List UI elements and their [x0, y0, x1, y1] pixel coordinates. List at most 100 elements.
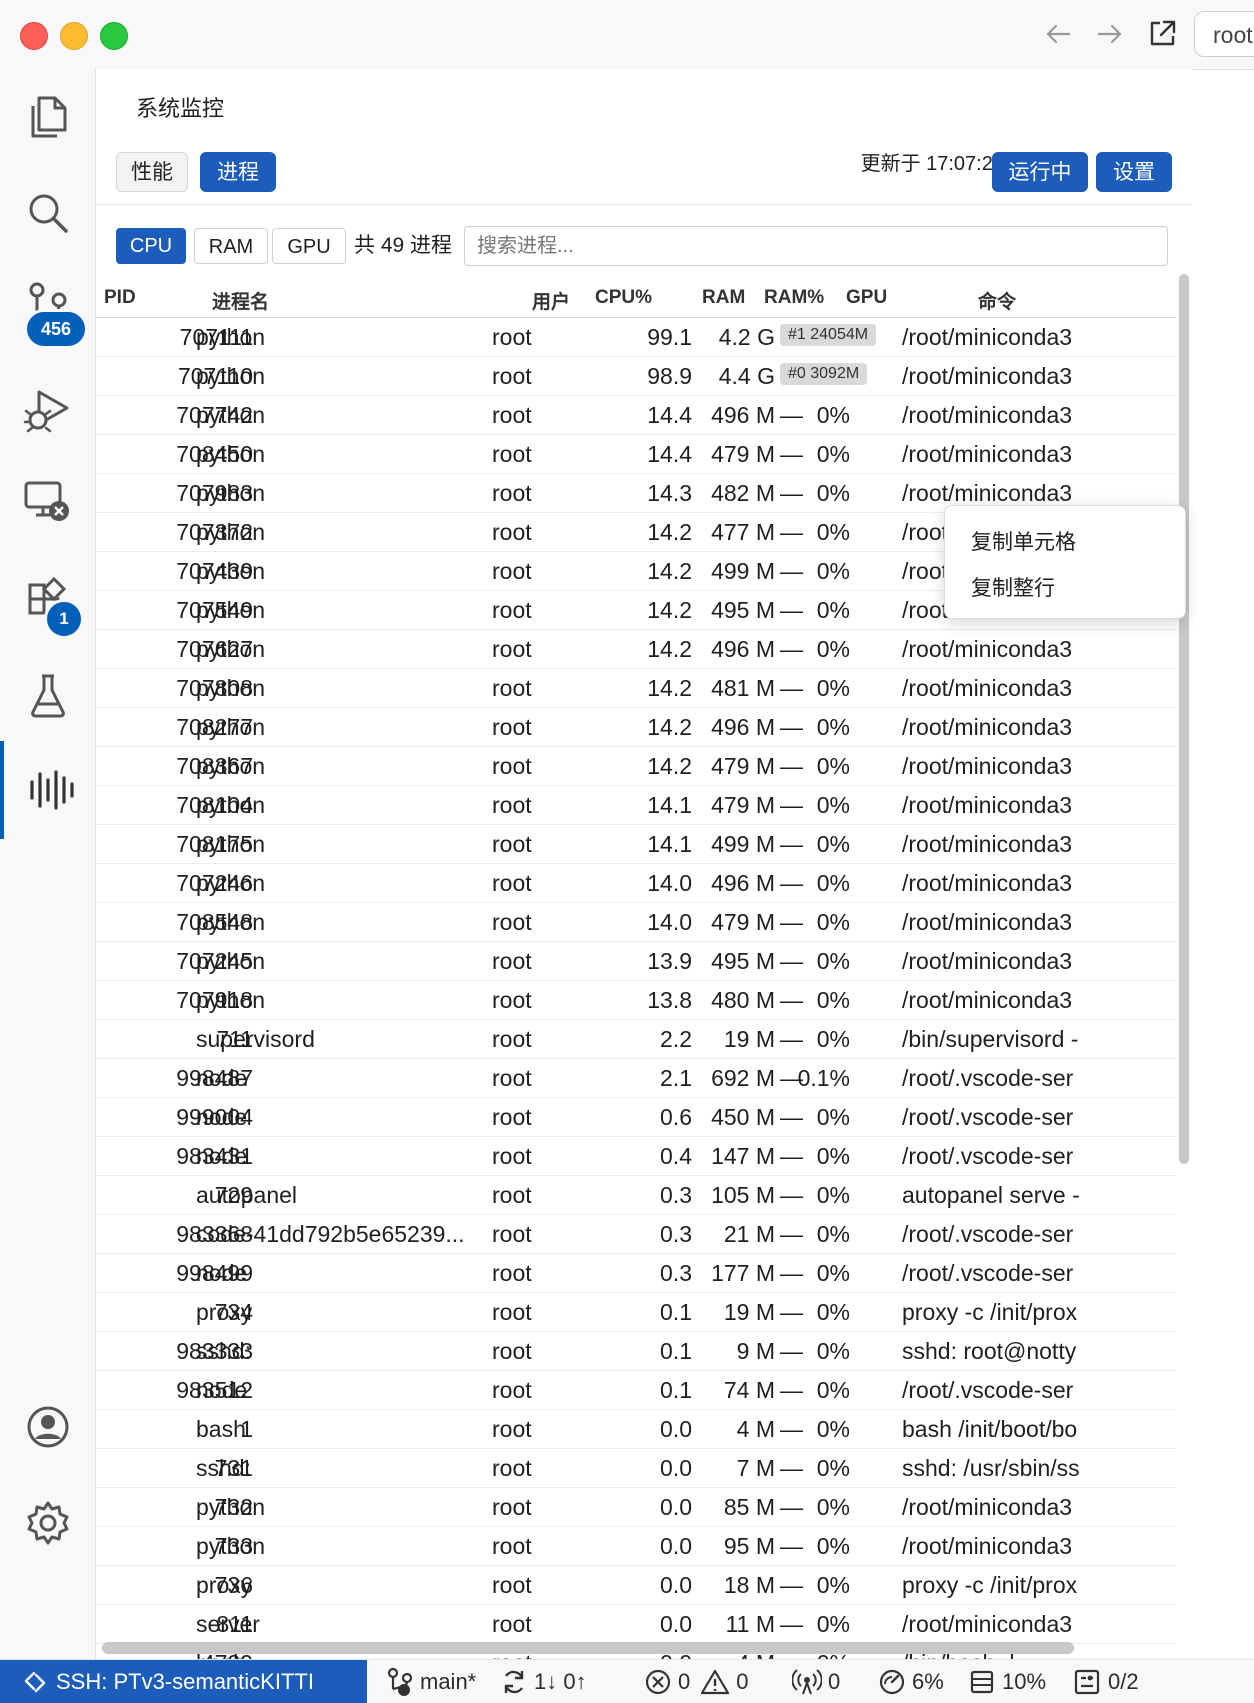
system-monitor-icon[interactable]: [0, 741, 95, 839]
table-row[interactable]: 732 python root 0.0 85 M 0% —/root/miniconda3: [96, 1488, 1176, 1527]
minimize-window-button[interactable]: [60, 22, 88, 50]
table-row[interactable]: 708450 python root 14.4 479 M 0% —/root/minico…: [96, 435, 1176, 474]
cell-ram-percent: 0%: [816, 1299, 850, 1325]
cell-cpu: 14.4: [647, 402, 692, 428]
memory-indicator[interactable]: 10%: [968, 1660, 1046, 1703]
cell-ram: 496 M: [711, 636, 775, 662]
table-row[interactable]: 707246 python root 14.0 496 M 0% —/root/minico…: [96, 864, 1176, 903]
copy-row-menu-item[interactable]: 复制整行: [971, 572, 1055, 602]
table-row[interactable]: 983431 node root 0.4 147 M 0% —/root/.vscode-s…: [96, 1137, 1176, 1176]
header-user[interactable]: 用户: [532, 287, 570, 314]
testing-flask-icon[interactable]: [0, 655, 95, 735]
table-row[interactable]: 983368 code-41dd792b5e65239... root 0.3 21 M…: [96, 1215, 1176, 1254]
error-count: 0: [678, 1668, 691, 1694]
open-external-icon[interactable]: [1142, 14, 1182, 54]
horizontal-scrollbar[interactable]: [102, 1642, 1074, 1654]
ports-count: 0: [828, 1668, 841, 1694]
table-row[interactable]: 734 proxy root 0.1 19 M 0% — proxy -c /init/pro…: [96, 1293, 1176, 1332]
cell-command: /root/miniconda3: [902, 1611, 1073, 1637]
remote-indicator[interactable]: SSH: PTv3-semanticKITTI: [0, 1660, 367, 1703]
context-menu: 复制单元格 复制整行: [944, 505, 1186, 619]
header-cpu[interactable]: CPU%: [595, 287, 652, 309]
table-row[interactable]: 983333 sshd: root 0.1 9 M 0% — sshd: root@notty: [96, 1332, 1176, 1371]
cell-user: root: [492, 948, 532, 974]
maximize-window-button[interactable]: [100, 22, 128, 50]
forward-arrow-icon[interactable]: [1090, 14, 1130, 54]
cell-gpu: —: [780, 519, 803, 545]
cell-cpu: 13.8: [647, 987, 692, 1013]
search-icon[interactable]: [0, 173, 95, 253]
divider: [96, 204, 1192, 205]
table-row[interactable]: 708367 python root 14.2 479 M 0% —/root/minico…: [96, 747, 1176, 786]
header-command[interactable]: 命令: [978, 287, 1016, 314]
cell-cpu: 0.1: [660, 1299, 692, 1325]
git-sync[interactable]: 1↓ 0↑: [500, 1660, 587, 1703]
cell-gpu: —: [780, 636, 803, 662]
table-row[interactable]: 729 autopanel root 0.3 105 M 0% — autopanel ser…: [96, 1176, 1176, 1215]
cell-gpu: —: [780, 441, 803, 467]
table-row[interactable]: 707627 python root 14.2 496 M 0% —/root/minico…: [96, 630, 1176, 669]
close-window-button[interactable]: [20, 22, 48, 50]
cell-command: /bin/supervisord -: [902, 1026, 1079, 1052]
sort-ram-button[interactable]: RAM: [194, 228, 268, 264]
process-search-input[interactable]: 搜索进程...: [464, 226, 1168, 266]
accounts-icon[interactable]: [0, 1387, 95, 1467]
table-row[interactable]: 811 server root 0.0 11 M 0% —/root/miniconda3: [96, 1605, 1176, 1644]
memory-icon: [970, 1670, 994, 1693]
problems-indicator[interactable]: 0 0: [644, 1660, 749, 1703]
table-row[interactable]: 998487 node root 2.1 692 M 0.1% —/root/.vscode…: [96, 1059, 1176, 1098]
vertical-scrollbar[interactable]: [1179, 274, 1189, 1164]
cell-ram-percent: 0.1%: [797, 1065, 850, 1091]
cell-ram-percent: 0%: [816, 1260, 850, 1286]
process-count: 共 49 进程: [354, 234, 453, 257]
explorer-icon[interactable]: [0, 77, 95, 157]
ports-indicator[interactable]: 0: [792, 1660, 840, 1703]
tab-processes[interactable]: 进程: [200, 152, 276, 192]
cell-name: server: [196, 1611, 260, 1637]
table-row[interactable]: 998499 node root 0.3 177 M 0% —/root/.vscode-s…: [96, 1254, 1176, 1293]
table-row[interactable]: 999004 node root 0.6 450 M 0% —/root/.vscode-s…: [96, 1098, 1176, 1137]
table-row[interactable]: 733 python root 0.0 95 M 0% —/root/miniconda3: [96, 1527, 1176, 1566]
header-ram-percent[interactable]: RAM%: [764, 287, 824, 309]
table-row[interactable]: 708104 python root 14.1 479 M 0% —/root/minico…: [96, 786, 1176, 825]
sort-cpu-button[interactable]: CPU: [116, 228, 186, 264]
table-row[interactable]: 707742 python root 14.4 496 M 0% —/root/minico…: [96, 396, 1176, 435]
tab-performance[interactable]: 性能: [116, 152, 188, 192]
cell-name: python: [196, 753, 266, 779]
table-row[interactable]: 707918 python root 13.8 480 M 0% —/root/minico…: [96, 981, 1176, 1020]
table-row[interactable]: 736 proxy root 0.0 18 M 0% — proxy -c /init/pro…: [96, 1566, 1176, 1605]
broadcast-icon: [792, 1668, 822, 1694]
table-row[interactable]: 708548 python root 14.0 479 M 0% —/root/minico…: [96, 903, 1176, 942]
cell-user: root: [492, 402, 532, 428]
header-ram[interactable]: RAM: [702, 287, 745, 309]
table-row[interactable]: 707245 python root 13.9 495 M 0% —/root/minico…: [96, 942, 1176, 981]
git-branch[interactable]: main*: [386, 1660, 476, 1703]
copy-cell-menu-item[interactable]: 复制单元格: [971, 526, 1076, 556]
header-gpu[interactable]: GPU: [846, 287, 887, 309]
table-row[interactable]: 708175 python root 14.1 499 M 0% —/root/minico…: [96, 825, 1176, 864]
run-debug-icon[interactable]: [0, 369, 95, 449]
settings-button[interactable]: 设置: [1096, 152, 1172, 192]
table-row[interactable]: 707111pythonroot99.14.2 G0.4%#1 24054M/r…: [96, 318, 1176, 357]
cpu-indicator[interactable]: 6%: [878, 1660, 944, 1703]
command-center-search[interactable]: root: [1194, 11, 1254, 57]
table-row[interactable]: 1 bash root 0.0 4 M 0% — bash /init/boot/bo: [96, 1410, 1176, 1449]
cell-ram-percent: 0%: [816, 1494, 850, 1520]
scm-badge: 456: [24, 309, 88, 349]
header-pid[interactable]: PID: [104, 287, 136, 309]
table-row[interactable]: 707808 python root 14.2 481 M 0% —/root/minico…: [96, 669, 1176, 708]
table-row[interactable]: 708277 python root 14.2 496 M 0% —/root/minico…: [96, 708, 1176, 747]
back-arrow-icon[interactable]: [1038, 14, 1078, 54]
running-button[interactable]: 运行中: [992, 152, 1088, 192]
table-row[interactable]: 983512 node root 0.1 74 M 0% —/root/.vscode-se…: [96, 1371, 1176, 1410]
settings-gear-icon[interactable]: [0, 1483, 95, 1563]
table-row[interactable]: 731 sshd: root 0.0 7 M 0% — sshd: /usr/sbin/ss: [96, 1449, 1176, 1488]
cell-user: root: [492, 1299, 532, 1325]
sort-gpu-button[interactable]: GPU: [272, 228, 346, 264]
table-row[interactable]: 711 supervisord root 2.2 19 M 0% —/bin/supervi…: [96, 1020, 1176, 1059]
header-name[interactable]: 进程名: [212, 287, 269, 314]
gauge-icon: [879, 1669, 905, 1694]
gpu-indicator[interactable]: 0/2: [1072, 1660, 1139, 1703]
remote-explorer-icon[interactable]: [0, 461, 95, 541]
table-row[interactable]: 707110pythonroot98.94.4 G0.4%#0 3092M/ro…: [96, 357, 1176, 396]
